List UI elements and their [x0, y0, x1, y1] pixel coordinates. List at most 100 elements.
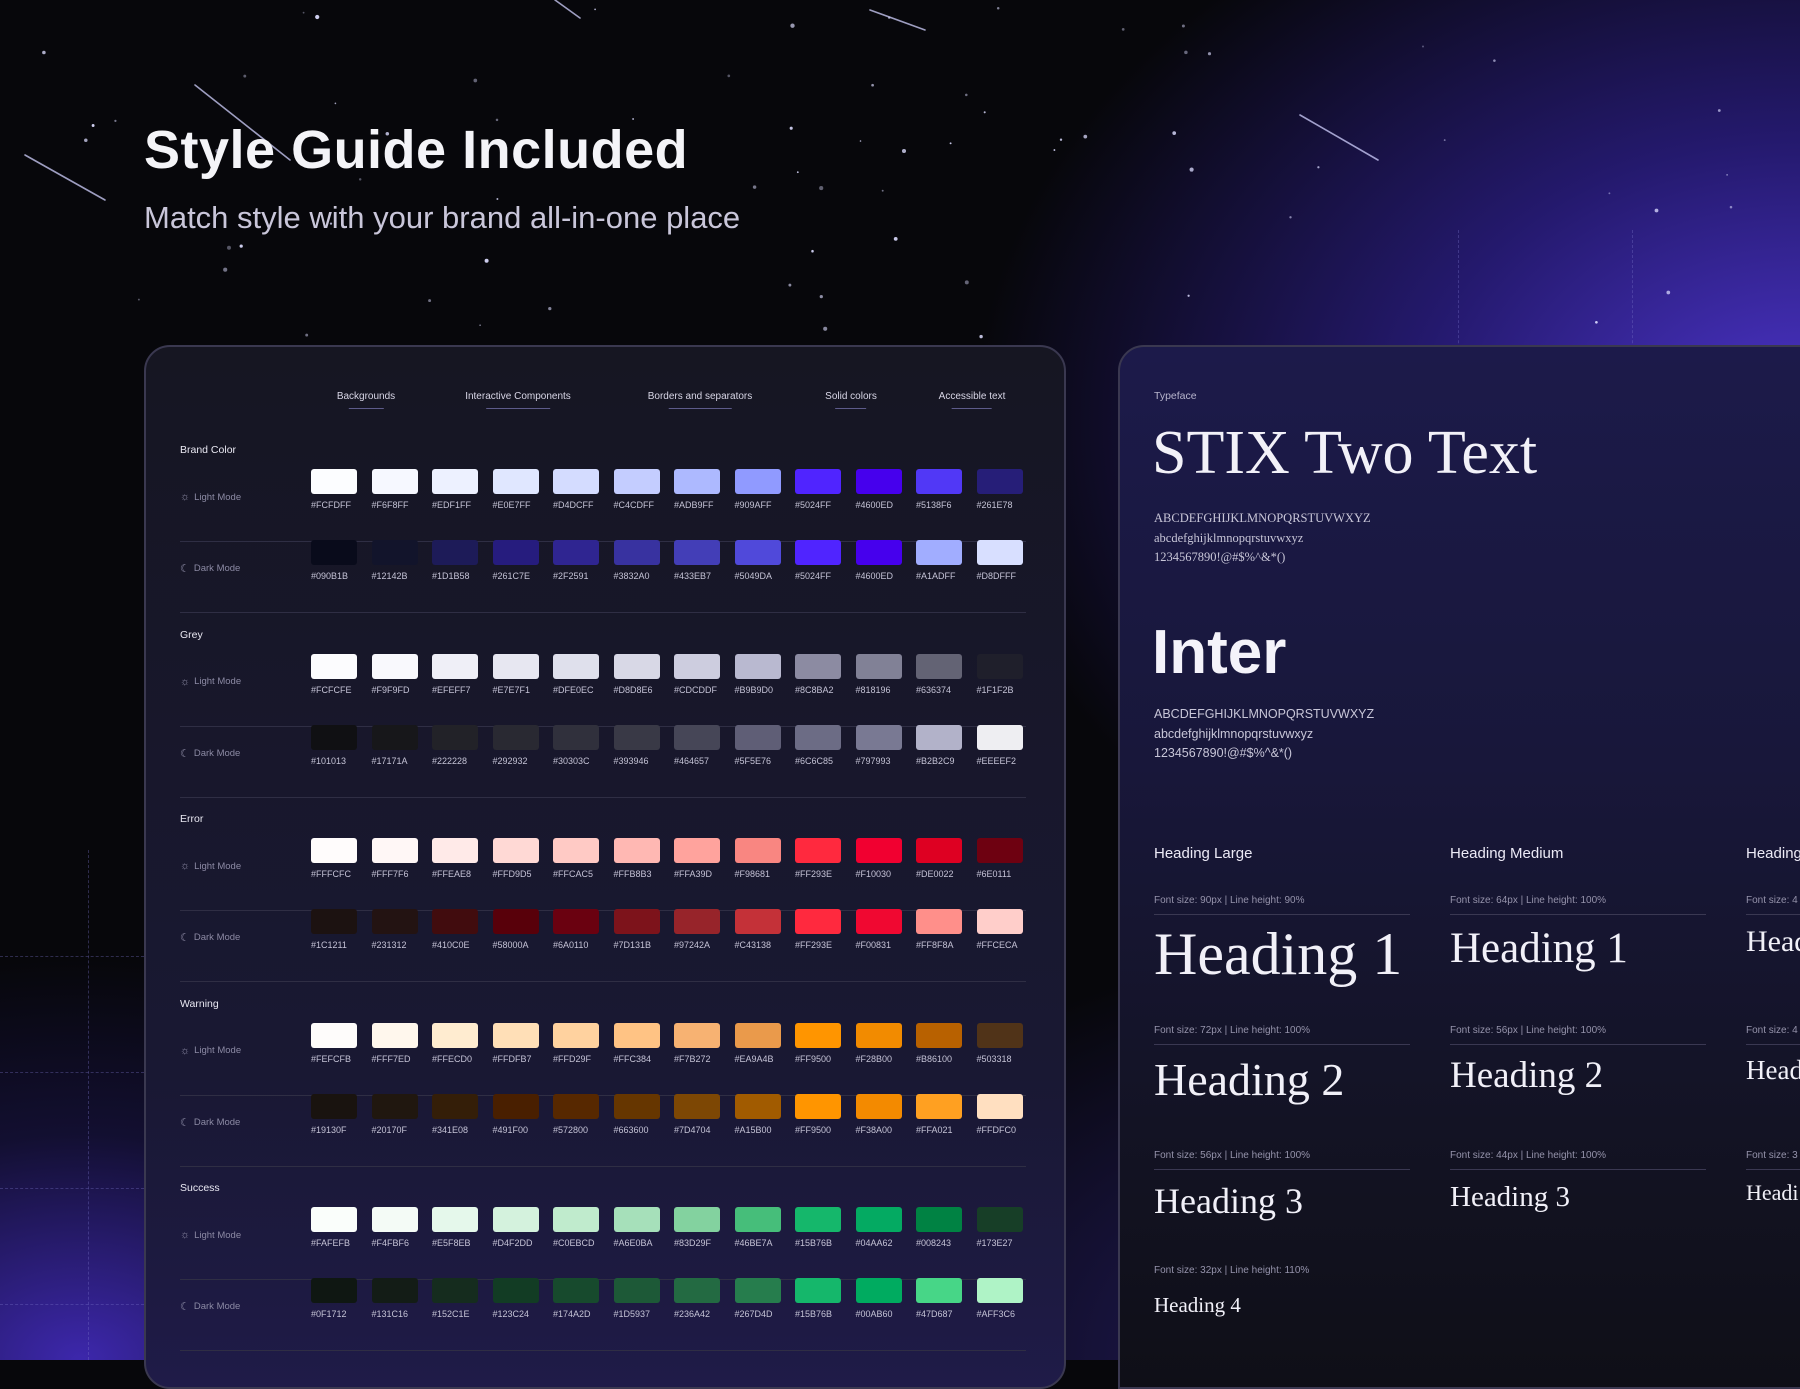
color-swatch[interactable]: #FCFCFE — [311, 653, 357, 695]
color-swatch[interactable]: #6A0110 — [553, 909, 599, 950]
color-swatch[interactable]: #173E27 — [976, 1207, 1023, 1248]
color-swatch[interactable]: #4600ED — [855, 469, 902, 510]
color-swatch[interactable]: #909AFF — [734, 469, 781, 510]
color-swatch[interactable]: #2F2591 — [553, 540, 599, 581]
color-swatch[interactable]: #7D4704 — [674, 1093, 720, 1135]
color-swatch[interactable]: #131C16 — [371, 1278, 418, 1319]
color-swatch[interactable]: #491F00 — [492, 1093, 539, 1135]
color-swatch[interactable]: #5024FF — [795, 469, 841, 510]
color-swatch[interactable]: #6C6C85 — [795, 724, 841, 766]
color-swatch[interactable]: #FFB8B3 — [613, 838, 660, 879]
color-swatch[interactable]: #FFF7ED — [371, 1022, 418, 1064]
color-swatch[interactable]: #46BE7A — [734, 1207, 781, 1248]
color-swatch[interactable]: #FFCAC5 — [553, 838, 599, 879]
color-swatch[interactable]: #292932 — [492, 724, 539, 766]
color-swatch[interactable]: #AFF3C6 — [976, 1278, 1023, 1319]
color-swatch[interactable]: #A1ADFF — [916, 540, 962, 581]
color-swatch[interactable]: #1D1B58 — [432, 540, 478, 581]
color-swatch[interactable]: #FF8F8A — [916, 909, 962, 950]
color-swatch[interactable]: #464657 — [674, 724, 720, 766]
color-swatch[interactable]: #F98681 — [734, 838, 781, 879]
color-swatch[interactable]: #F38A00 — [855, 1093, 902, 1135]
color-swatch[interactable]: #FCFDFF — [311, 469, 357, 510]
color-swatch[interactable]: #FFA021 — [916, 1093, 962, 1135]
color-swatch[interactable]: #503318 — [976, 1022, 1023, 1064]
color-swatch[interactable]: #FFD9D5 — [492, 838, 539, 879]
color-swatch[interactable]: #DFE0EC — [553, 653, 599, 695]
color-swatch[interactable]: #101013 — [311, 724, 357, 766]
color-swatch[interactable]: #FFF7F6 — [371, 838, 418, 879]
color-swatch[interactable]: #E7E7F1 — [492, 653, 539, 695]
color-swatch[interactable]: #410C0E — [432, 909, 478, 950]
color-swatch[interactable]: #C43138 — [734, 909, 781, 950]
color-swatch[interactable]: #D4DCFF — [553, 469, 599, 510]
color-swatch[interactable]: #222228 — [432, 724, 478, 766]
color-swatch[interactable]: #1F1F2B — [976, 653, 1023, 695]
color-swatch[interactable]: #5049DA — [734, 540, 781, 581]
color-swatch[interactable]: #EFEFF7 — [432, 653, 478, 695]
color-swatch[interactable]: #F00831 — [855, 909, 902, 950]
color-swatch[interactable]: #15B76B — [795, 1278, 841, 1319]
color-swatch[interactable]: #F7B272 — [674, 1022, 720, 1064]
color-swatch[interactable]: #DE0022 — [916, 838, 962, 879]
color-swatch[interactable]: #433EB7 — [674, 540, 720, 581]
color-swatch[interactable]: #090B1B — [311, 540, 357, 581]
color-swatch[interactable]: #4600ED — [855, 540, 902, 581]
color-swatch[interactable]: #FFECD0 — [432, 1022, 478, 1064]
color-swatch[interactable]: #FFC384 — [613, 1022, 660, 1064]
color-swatch[interactable]: #15B76B — [795, 1207, 841, 1248]
color-swatch[interactable]: #D8DFFF — [976, 540, 1023, 581]
color-swatch[interactable]: #5024FF — [795, 540, 841, 581]
color-swatch[interactable]: #FF293E — [795, 838, 841, 879]
color-swatch[interactable]: #572800 — [553, 1093, 599, 1135]
color-swatch[interactable]: #636374 — [916, 653, 962, 695]
color-swatch[interactable]: #B2B2C9 — [916, 724, 962, 766]
color-swatch[interactable]: #EA9A4B — [734, 1022, 781, 1064]
color-swatch[interactable]: #FFDFB7 — [492, 1022, 539, 1064]
color-swatch[interactable]: #FFD29F — [553, 1022, 599, 1064]
color-swatch[interactable]: #30303C — [553, 724, 599, 766]
color-swatch[interactable]: #F4FBF6 — [371, 1207, 418, 1248]
color-swatch[interactable]: #E0E7FF — [492, 469, 539, 510]
color-swatch[interactable]: #FFDFC0 — [976, 1093, 1023, 1135]
color-swatch[interactable]: #FFEAE8 — [432, 838, 478, 879]
color-swatch[interactable]: #341E08 — [432, 1093, 478, 1135]
color-swatch[interactable]: #83D29F — [674, 1207, 720, 1248]
color-swatch[interactable]: #174A2D — [553, 1278, 599, 1319]
color-swatch[interactable]: #F9F9FD — [371, 653, 418, 695]
color-swatch[interactable]: #A15B00 — [734, 1093, 781, 1135]
color-swatch[interactable]: #231312 — [371, 909, 418, 950]
color-swatch[interactable]: #0F1712 — [311, 1278, 357, 1319]
color-swatch[interactable]: #C0EBCD — [553, 1207, 599, 1248]
color-swatch[interactable]: #008243 — [916, 1207, 962, 1248]
color-swatch[interactable]: #FAFEFB — [311, 1207, 357, 1248]
color-swatch[interactable]: #F10030 — [855, 838, 902, 879]
color-swatch[interactable]: #818196 — [855, 653, 902, 695]
color-swatch[interactable]: #00AB60 — [855, 1278, 902, 1319]
color-swatch[interactable]: #FF9500 — [795, 1093, 841, 1135]
color-swatch[interactable]: #C4CDFF — [613, 469, 660, 510]
color-swatch[interactable]: #236A42 — [674, 1278, 720, 1319]
color-swatch[interactable]: #F28B00 — [855, 1022, 902, 1064]
color-swatch[interactable]: #152C1E — [432, 1278, 478, 1319]
color-swatch[interactable]: #393946 — [613, 724, 660, 766]
color-swatch[interactable]: #97242A — [674, 909, 720, 950]
color-swatch[interactable]: #3832A0 — [613, 540, 660, 581]
color-swatch[interactable]: #261C7E — [492, 540, 539, 581]
color-swatch[interactable]: #6E0111 — [976, 838, 1023, 879]
color-swatch[interactable]: #17171A — [371, 724, 418, 766]
color-swatch[interactable]: #19130F — [311, 1093, 357, 1135]
color-swatch[interactable]: #7D131B — [613, 909, 660, 950]
color-swatch[interactable]: #B9B9D0 — [734, 653, 781, 695]
color-swatch[interactable]: #267D4D — [734, 1278, 781, 1319]
color-swatch[interactable]: #A6E0BA — [613, 1207, 660, 1248]
color-swatch[interactable]: #D8D8E6 — [613, 653, 660, 695]
color-swatch[interactable]: #FFFCFC — [311, 838, 357, 879]
color-swatch[interactable]: #1C1211 — [311, 909, 357, 950]
color-swatch[interactable]: #F6F8FF — [371, 469, 418, 510]
color-swatch[interactable]: #FEFCFB — [311, 1022, 357, 1064]
color-swatch[interactable]: #EEEEF2 — [976, 724, 1023, 766]
color-swatch[interactable]: #5F5E76 — [734, 724, 781, 766]
color-swatch[interactable]: #12142B — [371, 540, 418, 581]
color-swatch[interactable]: #04AA62 — [855, 1207, 902, 1248]
